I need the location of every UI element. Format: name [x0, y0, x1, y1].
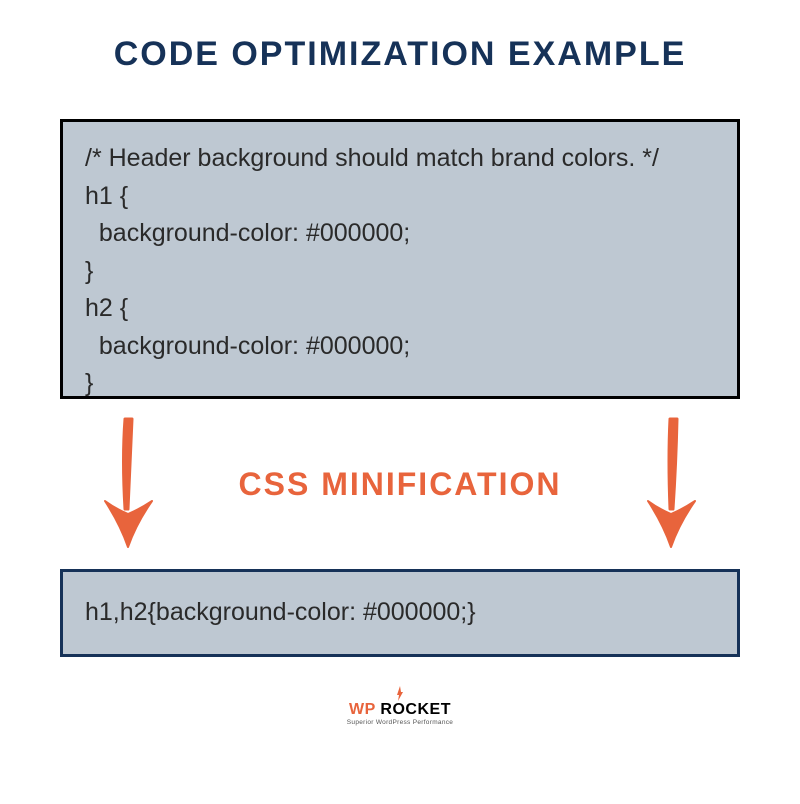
logo-text: WP ROCKET	[349, 701, 451, 719]
logo-part-rocket: ROCKET	[375, 701, 451, 718]
minification-label: CSS MINIFICATION	[239, 466, 562, 503]
middle-section: CSS MINIFICATION	[60, 399, 740, 569]
code-before-box: /* Header background should match brand …	[60, 119, 740, 399]
logo-part-wp: WP	[349, 701, 375, 718]
arrow-down-icon-left	[90, 409, 170, 559]
logo-tagline: Superior WordPress Performance	[347, 719, 453, 726]
arrow-down-icon-right	[630, 409, 710, 559]
wp-rocket-logo: WP ROCKET Superior WordPress Performance	[347, 685, 453, 726]
code-after-box: h1,h2{background-color: #000000;}	[60, 569, 740, 657]
page-title: CODE OPTIMIZATION EXAMPLE	[114, 35, 687, 74]
